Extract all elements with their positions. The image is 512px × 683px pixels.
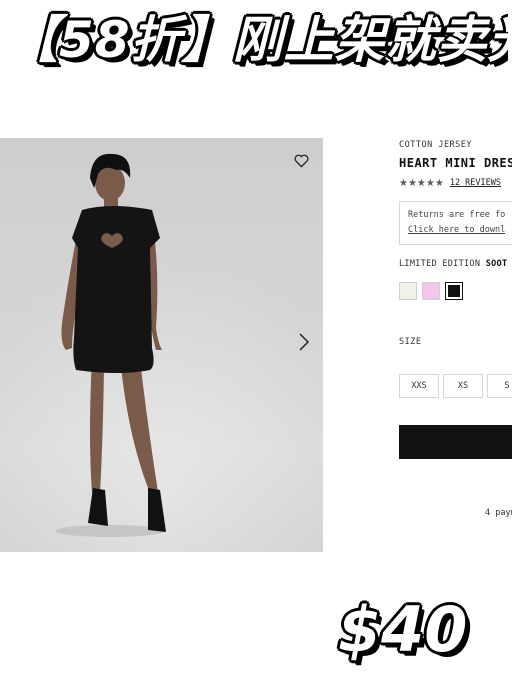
swatch-pink[interactable]: [422, 282, 440, 300]
wishlist-heart-icon[interactable]: [290, 150, 312, 172]
product-photo: [0, 138, 323, 552]
edition-prefix: LIMITED EDITION: [399, 259, 481, 269]
star-rating-icon: ★★★★★: [399, 177, 444, 189]
returns-text: Returns are free fo: [408, 210, 506, 220]
returns-notice: Returns are free fo Click here to downl: [399, 201, 512, 245]
price-overlay: $40: [338, 593, 468, 666]
product-title: HEART MINI DRESS: [399, 156, 512, 170]
size-option-s[interactable]: S: [487, 374, 512, 398]
returns-download-link[interactable]: Click here to downl: [408, 225, 505, 235]
rating-row: ★★★★★ 12 REVIEWS: [399, 176, 501, 190]
next-image-chevron-right-icon[interactable]: [292, 328, 316, 356]
size-options: XXS XS S: [399, 374, 512, 398]
size-option-xs[interactable]: XS: [443, 374, 483, 398]
product-image-gallery[interactable]: [0, 138, 323, 552]
swatch-soot[interactable]: [445, 282, 463, 300]
product-category: COTTON JERSEY: [399, 140, 473, 150]
swatch-cream[interactable]: [399, 282, 417, 300]
promo-banner-text: 【58折】刚上架就卖光: [8, 11, 508, 69]
promo-banner: 【58折】刚上架就卖光: [0, 0, 512, 80]
color-swatches: [399, 282, 463, 300]
add-to-bag-button[interactable]: [399, 425, 512, 459]
size-label: SIZE: [399, 337, 422, 347]
installment-payments-text: 4 paym: [485, 508, 512, 518]
product-info-panel: COTTON JERSEY HEART MINI DRESS ★★★★★ 12 …: [399, 138, 512, 538]
selected-color-name: SOOT: [485, 259, 508, 269]
size-option-xxs[interactable]: XXS: [399, 374, 439, 398]
reviews-link[interactable]: 12 REVIEWS: [450, 178, 501, 188]
edition-label: LIMITED EDITION SOOT: [399, 259, 507, 269]
